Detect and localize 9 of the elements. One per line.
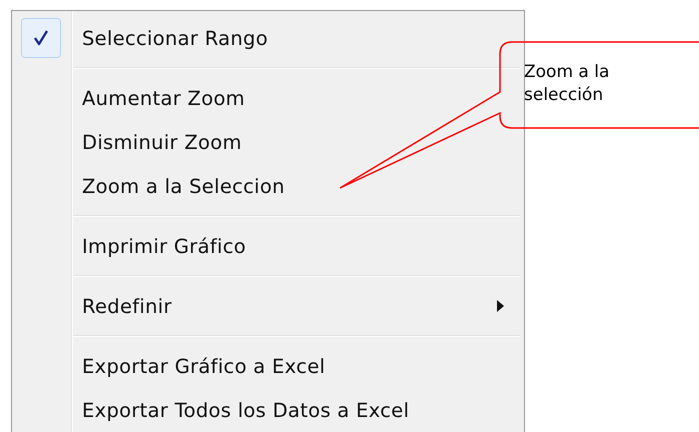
menu-item[interactable]: Exportar Todos los Datos a Excel bbox=[82, 398, 410, 422]
menu-item[interactable]: Disminuir Zoom bbox=[82, 130, 242, 154]
callout-text: Zoom a la selección bbox=[524, 61, 610, 107]
menu-item[interactable]: Aumentar Zoom bbox=[82, 86, 245, 110]
menu-item[interactable]: Redefinir bbox=[82, 294, 172, 318]
menu-item[interactable]: Exportar Gráfico a Excel bbox=[82, 354, 326, 378]
menu-item[interactable]: Seleccionar Rango bbox=[82, 26, 268, 50]
menu-item[interactable]: Zoom a la Seleccion bbox=[82, 174, 285, 198]
menu-item[interactable]: Imprimir Gráfico bbox=[82, 234, 246, 258]
